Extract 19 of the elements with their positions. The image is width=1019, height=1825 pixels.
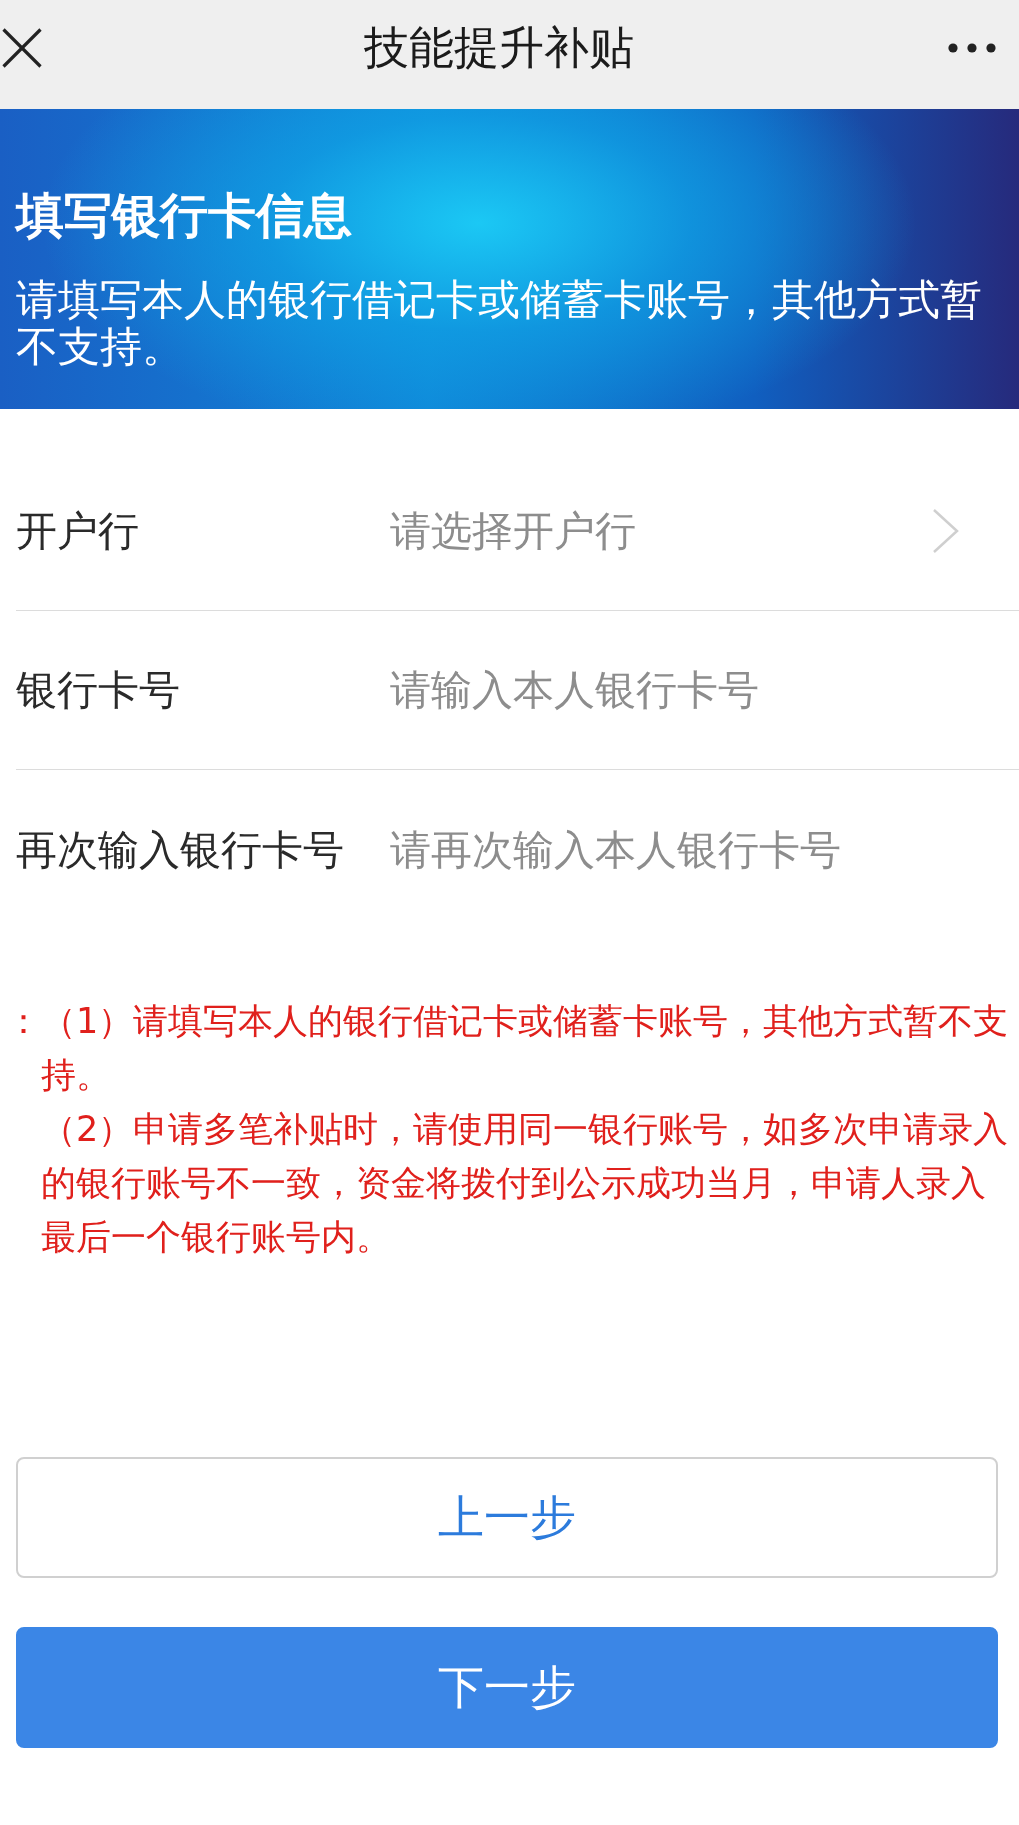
banner-text: 请填写本人的银行借记卡或储蓄卡账号，其他方式暂不支持。 xyxy=(16,276,983,370)
bank-select-field[interactable]: 请选择开户行 xyxy=(390,503,959,559)
notice-text: （2）申请多笔补贴时，请使用同一银行账号，如多次申请录入 xyxy=(41,1108,1009,1151)
notice-text: ：（1）请填写本人的银行借记卡或储蓄卡账号，其他方式暂不支 xyxy=(6,1000,1009,1043)
chevron-right-icon xyxy=(932,508,959,554)
page-title: 技能提升补贴 xyxy=(364,19,634,76)
banner-heading: 填写银行卡信息 xyxy=(16,187,352,243)
card-number-input[interactable]: 请输入本人银行卡号 xyxy=(390,662,979,718)
notice-text: 最后一个银行账号内。 xyxy=(41,1216,391,1259)
notice-text: 的银行账号不一致，资金将拨付到公示成功当月，申请人录入 xyxy=(41,1162,986,1205)
close-icon[interactable] xyxy=(2,27,42,68)
previous-step-button[interactable]: 上一步 xyxy=(16,1457,998,1578)
card-number-input[interactable]: 请再次输入本人银行卡号 xyxy=(390,821,979,878)
field-label: 开户行 xyxy=(16,506,139,556)
next-step-button[interactable]: 下一步 xyxy=(16,1627,998,1748)
notice-text: 持。 xyxy=(41,1054,111,1097)
more-icon[interactable] xyxy=(948,42,996,53)
field-label: 银行卡号 xyxy=(16,665,180,715)
field-label: 再次输入银行卡号 xyxy=(16,824,344,875)
